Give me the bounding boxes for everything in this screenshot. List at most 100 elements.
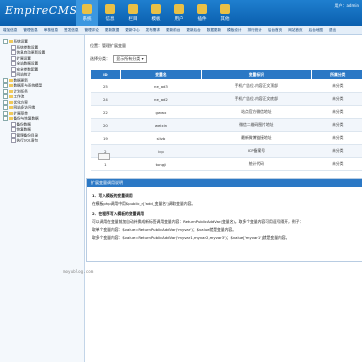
subnav-admin-map[interactable]: 后台地图 <box>306 26 326 34</box>
top-nav: 系统 信息 栏目 模板 用户 插件 其他 <box>76 0 237 26</box>
subnav-data-update[interactable]: 数据更新 <box>204 26 224 34</box>
table-cell: 未分类 <box>311 92 362 106</box>
subnav-publish[interactable]: 发布需求 <box>143 26 163 34</box>
sidebar-item[interactable]: 安全参数配置 <box>11 66 39 72</box>
table-row[interactable]: 25 ne_ad3 手机广告位-内容正文顶部 未分类 <box>90 79 362 93</box>
table-row[interactable]: 19 slivb 最新微博链接地址 未分类 <box>90 131 362 145</box>
table-row[interactable]: 22 gwwx 站点官方微信地址 未分类 <box>90 105 362 119</box>
sidebar-item-label: 扩展菜单 <box>13 111 28 115</box>
subnav-update-front[interactable]: 更新前台 <box>163 26 183 34</box>
folder-icon <box>9 89 13 93</box>
sidebar-item[interactable]: 系统参数设置 <box>11 44 38 50</box>
submit-button[interactable] <box>98 153 110 160</box>
sidebar-item[interactable]: 备份与恢复数据 <box>3 116 39 121</box>
sidebar-item[interactable]: 恢复数据 <box>11 127 31 132</box>
table-cell: 20 <box>90 118 121 132</box>
usage-note: 扩展变量调用说明 1．写入模板的变量调用 在模板php调用中用$public_r… <box>86 178 362 262</box>
col-varname-header: 变量名 <box>119 69 203 80</box>
table-cell[interactable]: ne_ad3 <box>120 79 202 93</box>
subnav-update-back[interactable]: 更新后台 <box>183 26 203 34</box>
subnav-manage-info[interactable]: 管理信息 <box>20 26 40 34</box>
expand-toggle-icon[interactable] <box>3 116 8 121</box>
expand-toggle-icon[interactable] <box>3 99 8 105</box>
sidebar-item[interactable]: 执行SQL语句 <box>11 138 38 143</box>
sidebar-item-label: 网站多访问端 <box>13 105 36 110</box>
sidebar-item-label: 扩展设置 <box>16 56 31 60</box>
subnav-site-home[interactable]: 网站首页 <box>285 26 305 34</box>
subnav-logout[interactable]: 退出 <box>326 26 339 34</box>
table-row[interactable]: 24 ne_ad2 手机广告位-内容正文底部 未分类 <box>90 92 362 106</box>
sidebar-item[interactable]: 全站数据设置 <box>11 61 38 66</box>
tab-plugin[interactable]: 插件 <box>191 0 213 26</box>
expand-toggle-icon[interactable] <box>3 105 8 110</box>
subnav-sign-info[interactable]: 签发信息 <box>61 26 81 34</box>
category-select[interactable]: 显示所有分类 ▾ <box>113 55 147 63</box>
table-row[interactable]: 2 icp ICP备案号 未分类 <box>90 144 362 158</box>
subnav-ranking[interactable]: 排行统计 <box>245 26 265 34</box>
table-row[interactable]: 20 weixin 微信二维码图片地址 未分类 <box>90 118 362 132</box>
table-cell: 手机广告位-内容正文底部 <box>201 92 312 106</box>
sidebar-item[interactable]: 扩展菜单 <box>3 110 28 116</box>
sidebar-item[interactable]: 管理备份目录 <box>11 132 38 138</box>
sidebar-item[interactable]: 系统设置 <box>3 39 28 44</box>
table-cell: 未分类 <box>311 79 362 93</box>
subnav-add-info[interactable]: 增加信息 <box>0 26 20 34</box>
subnav-update-data[interactable]: 更新数据 <box>102 26 122 34</box>
document-icon <box>11 127 16 132</box>
expand-toggle-icon[interactable] <box>3 94 8 99</box>
plugin-icon <box>197 4 207 14</box>
document-icon <box>11 44 16 50</box>
user-icon <box>174 4 184 14</box>
subnav-update-center[interactable]: 更新中心 <box>122 26 142 34</box>
expand-toggle-icon[interactable] <box>3 39 8 44</box>
document-icon <box>11 132 16 138</box>
sidebar-item-label: 数据库与系统模型 <box>13 83 43 88</box>
sidebar-item[interactable]: 计划任务 <box>3 88 28 94</box>
sidebar-item-label: 恢复数据 <box>16 127 31 132</box>
tab-template[interactable]: 模板 <box>145 0 167 26</box>
table-cell[interactable]: gwwx <box>120 105 202 119</box>
subnav-template-design[interactable]: 模板设计 <box>224 26 244 34</box>
sidebar-item-label: 安全参数配置 <box>16 67 39 71</box>
sidebar-item-label: 信息自动更新设置 <box>16 50 46 55</box>
table-cell[interactable]: slivb <box>120 131 202 145</box>
sidebar-item[interactable]: 工作流 <box>3 94 24 99</box>
tab-user[interactable]: 用户 <box>168 0 190 26</box>
table-cell[interactable]: weixin <box>120 118 202 132</box>
table-cell[interactable]: tongji <box>120 157 202 171</box>
folder-icon <box>9 100 13 104</box>
expand-toggle-icon[interactable] <box>3 77 8 83</box>
tab-other[interactable]: 其他 <box>214 0 236 26</box>
sidebar-item-label: 系统设置 <box>13 39 28 44</box>
tab-info[interactable]: 信息 <box>99 0 121 26</box>
empirecms-logo[interactable]: EmpireCMS <box>5 4 78 17</box>
sidebar-item-label: 优化方案 <box>13 100 28 104</box>
folder-icon <box>9 111 13 115</box>
table-cell: 未分类 <box>311 157 362 171</box>
sidebar-item[interactable]: 数据更新 <box>3 77 28 83</box>
table-cell[interactable]: icp <box>120 144 202 158</box>
table-cell: 统计代码 <box>201 157 312 171</box>
sidebar-item[interactable]: 网站多访问端 <box>3 105 35 110</box>
subnav-manage-comments[interactable]: 管理评论 <box>82 26 102 34</box>
table-cell: 未分类 <box>311 105 362 119</box>
folder-icon <box>9 40 13 43</box>
user-info[interactable]: 用户：admin <box>334 3 359 9</box>
sidebar-item[interactable]: 信息自动更新设置 <box>11 50 45 55</box>
sidebar-item[interactable]: 扩展设置 <box>11 55 31 61</box>
table-cell[interactable]: ne_ad2 <box>120 92 202 106</box>
tab-system[interactable]: 系统 <box>76 0 98 26</box>
tab-column[interactable]: 栏目 <box>122 0 144 26</box>
table-row[interactable]: 1 tongji 统计代码 未分类 <box>90 157 362 171</box>
subnav-review-info[interactable]: 审核信息 <box>41 26 61 34</box>
sidebar-item[interactable]: 优化方案 <box>3 99 28 105</box>
expand-toggle-icon[interactable] <box>3 110 8 116</box>
sidebar-item[interactable]: 备份数据 <box>11 121 31 127</box>
col-varlabel-header: 变量标识 <box>201 69 312 80</box>
expand-toggle-icon[interactable] <box>3 83 8 88</box>
subnav-admin-home[interactable]: 后台首页 <box>265 26 285 34</box>
other-icon <box>220 4 230 14</box>
expand-toggle-icon[interactable] <box>3 88 8 94</box>
sidebar-item[interactable]: 数据库与系统模型 <box>3 83 42 88</box>
sidebar-item[interactable]: 网站统计 <box>11 72 31 77</box>
